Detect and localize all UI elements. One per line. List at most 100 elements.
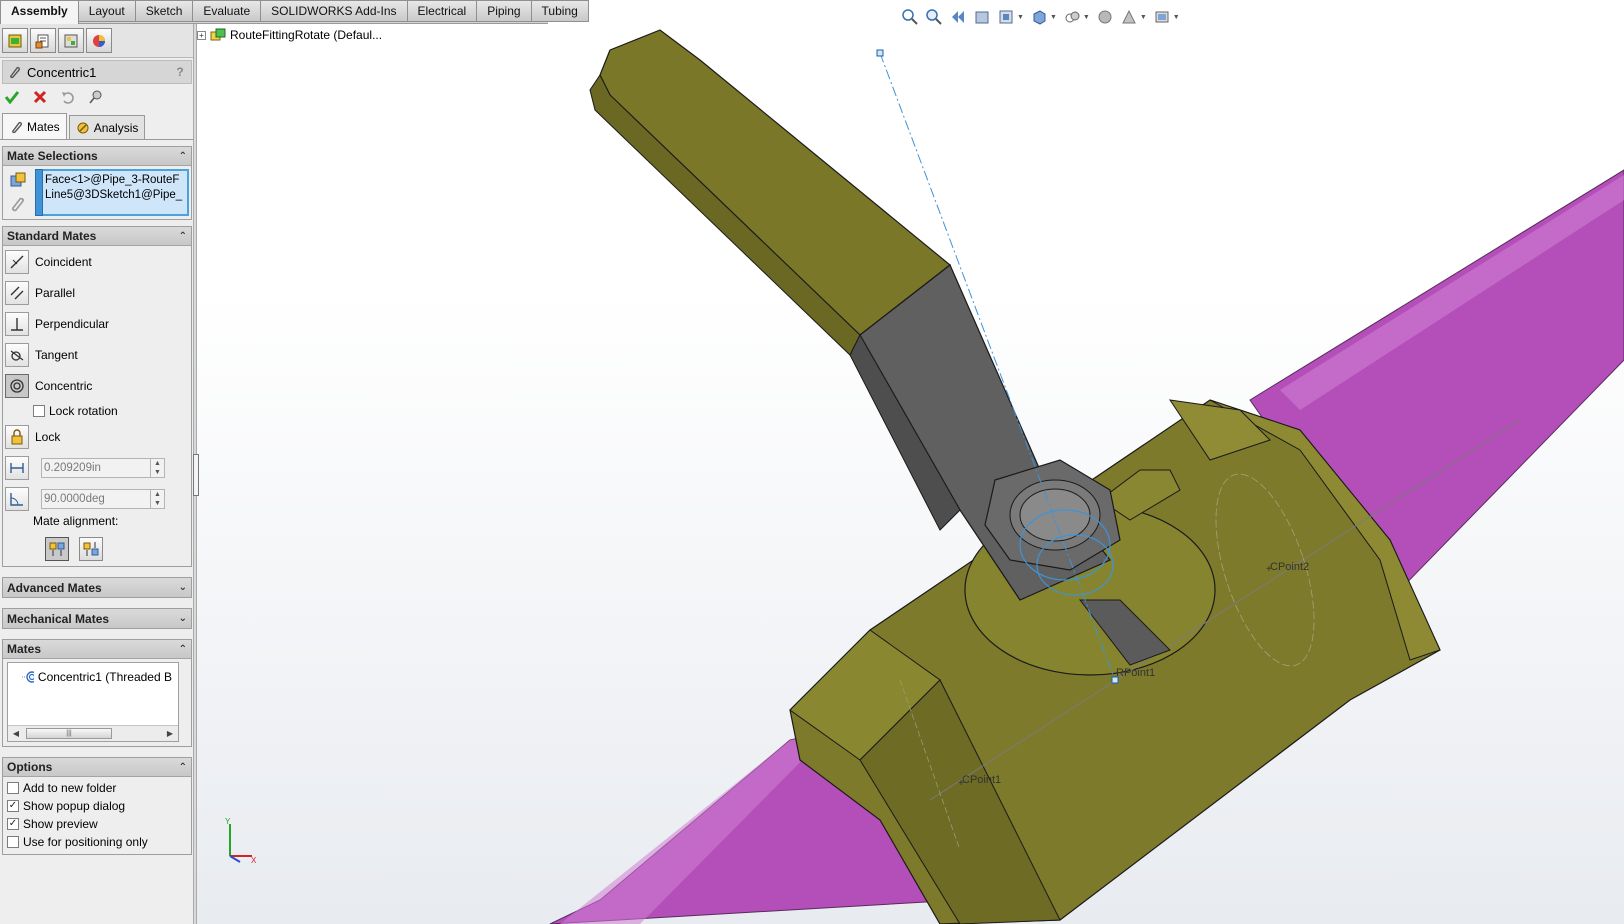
parallel-mate[interactable]: Parallel [3, 277, 191, 308]
splitter-grip[interactable] [193, 454, 199, 496]
view-settings-icon[interactable] [1153, 8, 1171, 26]
mates-header[interactable]: Mates ⌃ [3, 640, 191, 659]
mate-paperclip-icon [10, 66, 20, 79]
mate-paperclip-icon [12, 121, 22, 133]
selection-item[interactable]: Face<1>@Pipe_3-RouteF [45, 173, 185, 188]
lock-rotation-option[interactable]: Lock rotation [3, 401, 191, 421]
collapse-chevron-icon[interactable]: ⌃ [179, 151, 187, 162]
distance-icon[interactable] [5, 455, 29, 480]
dynamic-annotation-icon[interactable] [997, 8, 1015, 26]
expand-icon[interactable]: + [197, 30, 206, 40]
distance-input[interactable]: 0.209209in ▲ ▼ [41, 457, 165, 478]
tab-layout[interactable]: Layout [78, 0, 136, 22]
mates-list[interactable]: Concentric1 (Threaded B ◀ ||| ▶ [7, 662, 179, 742]
zoom-to-area-icon[interactable] [925, 8, 943, 26]
edit-appearance-icon[interactable] [1120, 8, 1138, 26]
advanced-mates-header[interactable]: Advanced Mates ⌄ [3, 578, 191, 597]
anti-aligned-button[interactable] [79, 537, 103, 561]
aligned-button[interactable] [45, 537, 69, 561]
standard-mates-header[interactable]: Standard Mates ⌃ [3, 227, 191, 246]
use-for-positioning-only-checkbox[interactable] [7, 836, 19, 848]
collapse-chevron-icon[interactable]: ⌃ [179, 231, 187, 242]
tab-analysis-label: Analysis [93, 120, 139, 135]
perpendicular-icon [5, 311, 29, 336]
cancel-button[interactable] [31, 88, 49, 106]
anti-aligned-icon [83, 542, 99, 556]
hide-show-items-icon[interactable] [1096, 8, 1114, 26]
pushpin-icon [89, 90, 102, 104]
panel-splitter[interactable] [193, 24, 199, 924]
heads-up-toolbar: ▼ ▼ ▼ ▼ ▼ [901, 8, 1180, 26]
property-manager-panel: Concentric1 ? Mates Analysis Mate Select… [0, 24, 195, 924]
angle-row: 90.0000deg ▲ ▼ [3, 483, 191, 514]
display-manager-tab[interactable] [86, 28, 112, 53]
tab-mates[interactable]: Mates [2, 113, 67, 139]
selection-item[interactable]: Line5@3DSketch1@Pipe_ [45, 188, 185, 203]
angle-icon[interactable] [5, 486, 29, 511]
add-to-new-folder-option[interactable]: Add to new folder [3, 779, 191, 797]
entities-to-mate-box[interactable]: Face<1>@Pipe_3-RouteF Line5@3DSketch1@Pi… [35, 169, 189, 216]
tab-tubing[interactable]: Tubing [531, 0, 589, 22]
lock-mate[interactable]: Lock [3, 421, 191, 452]
assembly-model[interactable]: CPoint1 CPoint2 RPoint1 + + [197, 24, 1624, 924]
cpoint1-label: CPoint1 [962, 774, 1001, 786]
expand-chevron-icon[interactable]: ⌄ [179, 582, 187, 593]
show-popup-dialog-option[interactable]: ✓ Show popup dialog [3, 797, 191, 815]
use-for-positioning-only-option[interactable]: Use for positioning only [3, 833, 191, 851]
show-preview-checkbox[interactable]: ✓ [7, 818, 19, 830]
configuration-manager-tab[interactable] [58, 28, 84, 53]
show-popup-dialog-checkbox[interactable]: ✓ [7, 800, 19, 812]
list-item[interactable]: Concentric1 (Threaded B [22, 670, 172, 684]
display-style-icon[interactable] [1063, 8, 1081, 26]
zoom-to-fit-icon[interactable] [901, 8, 919, 26]
mate-selections-group: Mate Selections ⌃ Face<1>@Pipe_3-RouteF … [2, 146, 192, 220]
perpendicular-mate[interactable]: Perpendicular [3, 308, 191, 339]
mate-alignment-buttons [3, 532, 191, 566]
help-icon[interactable]: ? [173, 65, 187, 79]
expand-chevron-icon[interactable]: ⌄ [179, 613, 187, 624]
lock-rotation-checkbox[interactable] [33, 405, 45, 417]
horizontal-scrollbar[interactable]: ◀ ||| ▶ [8, 725, 178, 741]
close-icon [33, 90, 47, 104]
concentric-icon [22, 671, 34, 683]
angle-spinner[interactable]: ▲ ▼ [150, 489, 164, 508]
tab-assembly[interactable]: Assembly [0, 0, 79, 24]
tab-electrical[interactable]: Electrical [407, 0, 478, 22]
previous-view-icon[interactable] [949, 8, 967, 26]
angle-input[interactable]: 90.0000deg ▲ ▼ [41, 488, 165, 509]
graphics-viewport[interactable]: CPoint1 CPoint2 RPoint1 + + [197, 24, 1624, 924]
collapse-chevron-icon[interactable]: ⌃ [179, 762, 187, 773]
feature-tree-root[interactable]: + RouteFittingRotate (Defaul... [197, 28, 382, 42]
tangent-mate[interactable]: Tangent [3, 339, 191, 370]
distance-spinner[interactable]: ▲ ▼ [150, 458, 164, 477]
coincident-mate[interactable]: Coincident [3, 246, 191, 277]
section-view-icon[interactable] [973, 8, 991, 26]
scroll-right-icon[interactable]: ▶ [163, 727, 177, 741]
pushpin-button[interactable] [87, 88, 105, 106]
options-header[interactable]: Options ⌃ [3, 758, 191, 777]
undo-icon [62, 92, 74, 104]
concentric-mate[interactable]: Concentric [3, 370, 191, 401]
scroll-left-icon[interactable]: ◀ [9, 727, 23, 741]
pm-action-bar [0, 84, 194, 110]
show-preview-option[interactable]: ✓ Show preview [3, 815, 191, 833]
tab-piping[interactable]: Piping [477, 0, 532, 22]
view-orientation-icon[interactable] [1030, 8, 1048, 26]
property-icon [35, 34, 49, 48]
ok-button[interactable] [3, 88, 21, 106]
scroll-thumb[interactable]: ||| [26, 728, 112, 739]
tab-evaluate[interactable]: Evaluate [193, 0, 262, 22]
feature-tree-icon [8, 34, 22, 47]
property-manager-tab[interactable] [30, 28, 56, 53]
advanced-mates-group: Advanced Mates ⌄ [2, 577, 192, 598]
undo-button[interactable] [59, 88, 77, 106]
mate-selections-header[interactable]: Mate Selections ⌃ [3, 147, 191, 166]
tab-analysis[interactable]: Analysis [68, 115, 146, 139]
collapse-chevron-icon[interactable]: ⌃ [179, 644, 187, 655]
mechanical-mates-header[interactable]: Mechanical Mates ⌄ [3, 609, 191, 628]
property-manager-title: Concentric1 ? [2, 60, 192, 84]
tab-sketch[interactable]: Sketch [135, 0, 194, 22]
tab-solidworks-add-ins[interactable]: SOLIDWORKS Add-Ins [261, 0, 408, 22]
add-to-new-folder-checkbox[interactable] [7, 782, 19, 794]
feature-manager-tab[interactable] [2, 28, 28, 53]
